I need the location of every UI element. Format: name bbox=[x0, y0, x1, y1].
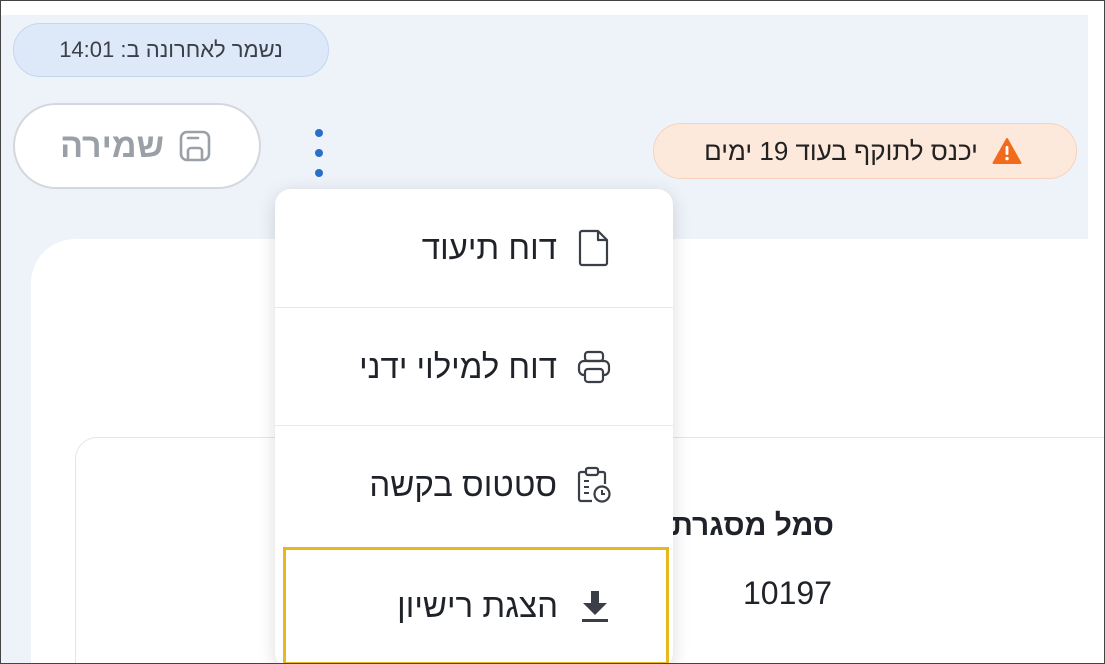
menu-item-manual-fill-report[interactable]: דוח למילוי ידני bbox=[275, 307, 673, 425]
download-icon bbox=[576, 587, 614, 625]
floppy-icon bbox=[176, 127, 214, 165]
menu-item-label: דוח למילוי ידני bbox=[359, 347, 557, 385]
menu-item-show-license[interactable]: הצגת רישיון bbox=[283, 547, 669, 663]
clipboard-clock-icon bbox=[575, 466, 613, 504]
last-saved-chip: נשמר לאחרונה ב: 14:01 bbox=[13, 23, 329, 77]
menu-item-request-status[interactable]: סטטוס בקשה bbox=[275, 425, 673, 543]
printer-icon bbox=[575, 348, 613, 386]
framework-code-value: 10197 bbox=[743, 575, 832, 611]
validity-warning-chip: יכנס לתוקף בעוד 19 ימים bbox=[653, 123, 1077, 179]
document-icon bbox=[575, 229, 613, 267]
menu-item-label: דוח תיעוד bbox=[421, 229, 557, 266]
save-button-label: שמירה bbox=[60, 126, 164, 165]
menu-item-documentation-report[interactable]: דוח תיעוד bbox=[275, 189, 673, 307]
framework-code-label: סמל מסגרת bbox=[671, 509, 834, 542]
more-options-kebab-icon[interactable] bbox=[307, 129, 331, 177]
options-dropdown-menu: דוח תיעוד דוח למילוי ידני סטטוס בקשה הצג… bbox=[275, 189, 673, 663]
warning-text: יכנס לתוקף בעוד 19 ימים bbox=[704, 135, 978, 166]
app-frame: נשמר לאחרונה ב: 14:01 שמירה יכנס לתוקף ב… bbox=[0, 0, 1105, 664]
save-button[interactable]: שמירה bbox=[13, 103, 261, 189]
menu-item-label: הצגת רישיון bbox=[397, 587, 558, 624]
warning-icon bbox=[988, 132, 1026, 170]
last-saved-text: נשמר לאחרונה ב: 14:01 bbox=[59, 37, 283, 62]
menu-item-label: סטטוס בקשה bbox=[369, 465, 557, 503]
